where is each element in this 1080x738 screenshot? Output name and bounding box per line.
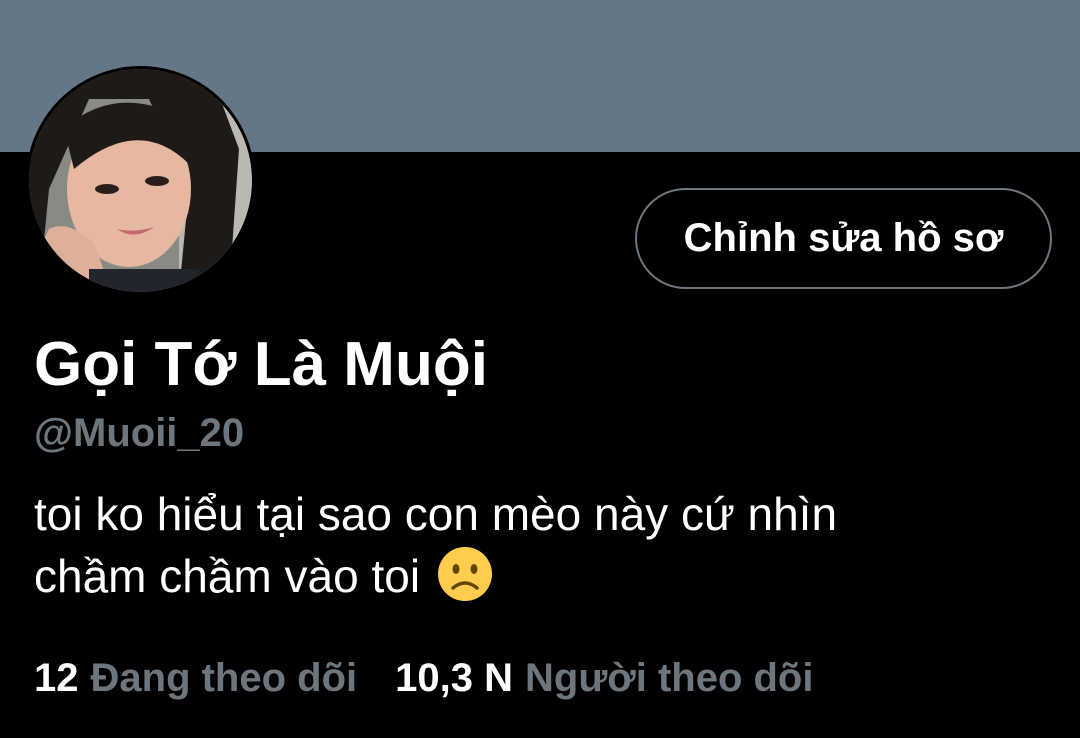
following-count: 12 — [34, 656, 79, 700]
followers-count: 10,3 N — [395, 656, 513, 700]
bio-line-1: toi ko hiểu tại sao con mèo này cứ nhìn — [34, 488, 838, 540]
frowning-face-icon — [437, 547, 492, 601]
profile-bio: toi ko hiểu tại sao con mèo này cứ nhìn … — [34, 483, 1014, 607]
bio-line-2: chầm chầm vào toi — [34, 545, 1014, 607]
avatar-photo — [29, 69, 252, 292]
followers-label: Người theo dõi — [525, 656, 814, 700]
edit-profile-button[interactable]: Chỉnh sửa hồ sơ — [635, 188, 1052, 289]
display-name: Gọi Tớ Là Muội — [34, 330, 488, 399]
bio-line-2-text: chầm chầm vào toi — [34, 550, 421, 602]
profile-stats: 12 Đang theo dõi 10,3 N Người theo dõi — [34, 652, 813, 704]
followers-link[interactable]: 10,3 N Người theo dõi — [395, 652, 813, 704]
user-handle: @Muoii_20 — [34, 411, 245, 455]
following-label: Đang theo dõi — [90, 656, 358, 700]
avatar[interactable] — [26, 66, 255, 295]
following-link[interactable]: 12 Đang theo dõi — [34, 652, 357, 704]
